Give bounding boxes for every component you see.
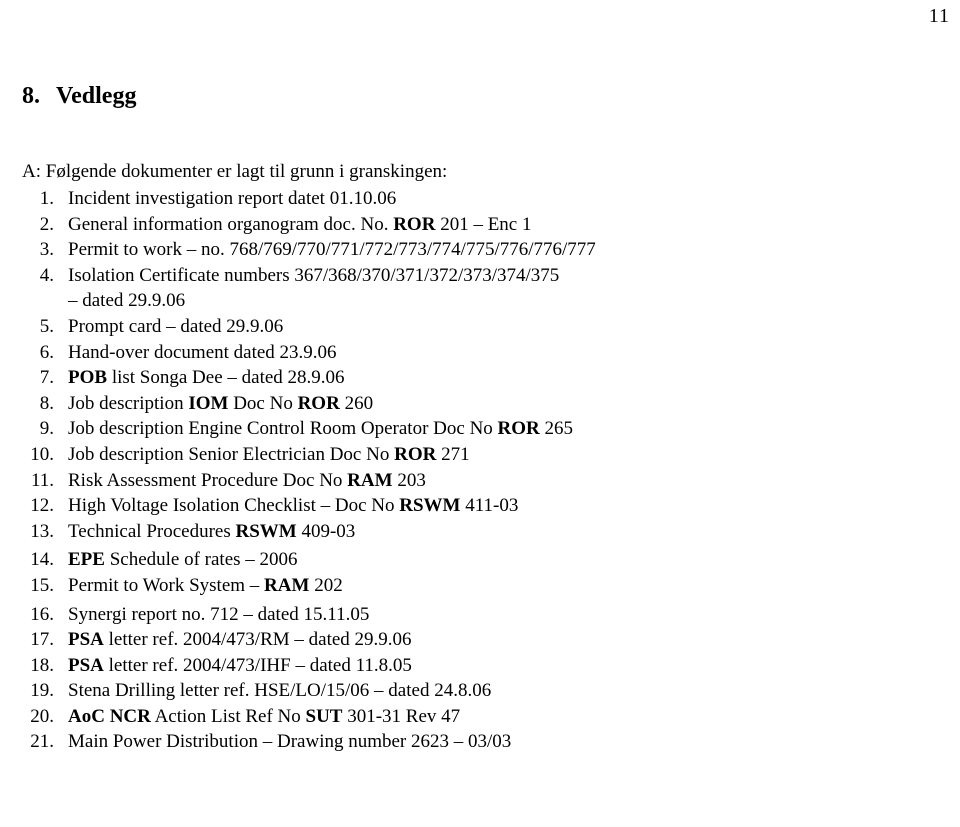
list-item-number: 6. <box>39 341 54 363</box>
list-item-number: 15. <box>30 574 54 596</box>
list-item: 7. POB list Songa Dee – dated 28.9.06 <box>22 365 942 391</box>
list-item-text: Job description Senior Electrician Doc N… <box>68 443 470 465</box>
list-item: 4. Isolation Certificate numbers 367/368/… <box>22 263 942 289</box>
list-item-text: AoC NCR Action List Ref No SUT 301-31 Re… <box>68 705 461 727</box>
list-item-text: High Voltage Isolation Checklist – Doc N… <box>68 495 519 517</box>
list-item: 16. Synergi report no. 712 – dated 15.11.… <box>22 602 942 628</box>
list-item-text: PSA letter ref. 2004/473/RM – dated 29.9… <box>68 629 412 651</box>
list-item-number: 9. <box>39 418 54 440</box>
list-item-number: 11. <box>30 469 54 491</box>
list-item-continuation: – dated 29.9.06 <box>22 288 942 314</box>
list-item: 21. Main Power Distribution – Drawing num… <box>22 729 942 755</box>
list-item-indent <box>22 288 68 314</box>
list-item: 19. Stena Drilling letter ref. HSE/LO/15/… <box>22 678 942 704</box>
list-item: 6. Hand-over document dated 23.9.06 <box>22 340 942 366</box>
list-item: 13. Technical Procedures RSWM 409-03 <box>22 519 942 545</box>
list-item-number: 20. <box>30 705 54 727</box>
list-item-text: Stena Drilling letter ref. HSE/LO/15/06 … <box>68 680 492 702</box>
list-item-text: EPE Schedule of rates – 2006 <box>68 549 298 571</box>
document-list: 1. Incident investigation report datet 01… <box>22 186 942 755</box>
list-item-number: 10. <box>30 443 54 465</box>
list-item-text: Permit to Work System – RAM 202 <box>68 574 343 596</box>
list-item-text: Hand-over document dated 23.9.06 <box>68 341 337 363</box>
list-item-number: 19. <box>30 680 54 702</box>
list-item-number: 1. <box>39 188 54 209</box>
list-item: 2. General information organogram doc. No… <box>22 212 942 238</box>
list-item: 1. Incident investigation report datet 01… <box>22 186 942 212</box>
list-item-number: 2. <box>39 213 54 235</box>
list-item-text: Job description IOM Doc No ROR 260 <box>68 392 374 414</box>
list-item-text: Prompt card – dated 29.9.06 <box>68 315 284 337</box>
section-heading-title: Vedlegg <box>56 83 137 109</box>
list-item-number: 21. <box>30 731 54 753</box>
section-heading-number: 8. <box>22 83 40 109</box>
list-item-text: General information organogram doc. No. … <box>68 213 532 235</box>
list-item: 9. Job description Engine Control Room Op… <box>22 416 942 442</box>
list-item-text: Permit to work – no. 768/769/770/771/772… <box>68 239 596 261</box>
list-item: 18. PSA letter ref. 2004/473/IHF – dated … <box>22 653 942 679</box>
page-number: 11 <box>928 5 950 27</box>
list-item: 17. PSA letter ref. 2004/473/RM – dated 2… <box>22 627 942 653</box>
list-item-number: 14. <box>30 549 54 571</box>
list-item: 15. Permit to Work System – RAM 202 <box>22 573 942 599</box>
document-page: 11 8. Vedlegg A: Følgende dokumenter er l… <box>0 0 960 827</box>
list-item-text: Job description Engine Control Room Oper… <box>68 418 574 440</box>
list-item-text: Incident investigation report datet 01.1… <box>68 188 397 209</box>
list-item: 11. Risk Assessment Procedure Doc No RAM … <box>22 468 942 494</box>
list-item: 14. EPE Schedule of rates – 2006 <box>22 547 942 573</box>
list-item: 10. Job description Senior Electrician Do… <box>22 442 942 468</box>
list-item-text: Technical Procedures RSWM 409-03 <box>68 520 356 542</box>
intro-paragraph: A: Følgende dokumenter er lagt til grunn… <box>22 161 448 182</box>
list-item-text: POB list Songa Dee – dated 28.9.06 <box>68 367 345 389</box>
list-item-text: Main Power Distribution – Drawing number… <box>68 731 512 753</box>
list-item-text: PSA letter ref. 2004/473/IHF – dated 11.… <box>68 654 412 676</box>
list-item-number: 7. <box>39 367 54 389</box>
list-item-number: 5. <box>39 315 54 337</box>
list-item-continuation-text: – dated 29.9.06 <box>68 290 186 312</box>
list-item: 5. Prompt card – dated 29.9.06 <box>22 314 942 340</box>
list-item-number: 18. <box>30 654 54 676</box>
list-item-text: Isolation Certificate numbers 367/368/37… <box>68 264 560 286</box>
list-item: 3. Permit to work – no. 768/769/770/771/7… <box>22 237 942 263</box>
list-item-number: 12. <box>30 495 54 517</box>
list-item: 20. AoC NCR Action List Ref No SUT 301-31… <box>22 704 942 730</box>
list-item-number: 17. <box>30 629 54 651</box>
list-item-number: 8. <box>39 392 54 414</box>
list-item-number: 3. <box>39 239 54 261</box>
list-item: 8. Job description IOM Doc No ROR 260 <box>22 391 942 417</box>
list-item-text: Risk Assessment Procedure Doc No RAM 203 <box>68 469 426 491</box>
section-heading: 8. Vedlegg <box>22 82 136 110</box>
list-item-text: Synergi report no. 712 – dated 15.11.05 <box>68 603 370 625</box>
list-item: 12. High Voltage Isolation Checklist – Do… <box>22 493 942 519</box>
list-item-number: 4. <box>39 264 54 286</box>
list-item-number: 16. <box>30 603 54 625</box>
list-item-number: 13. <box>30 520 54 542</box>
